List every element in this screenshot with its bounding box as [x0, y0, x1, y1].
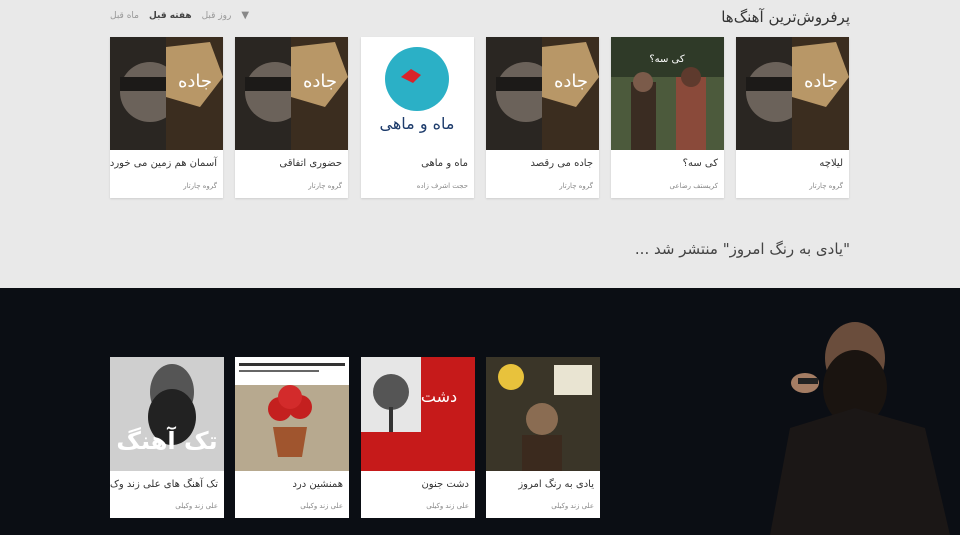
filter-month[interactable]: ماه قبل	[110, 11, 139, 21]
svg-text:جاده: جاده	[303, 71, 337, 92]
album-cover: ماه و ماهی	[361, 37, 474, 150]
song-title[interactable]: همنشین درد	[292, 479, 343, 490]
album-cover: تک آهنگ	[110, 357, 224, 471]
song-card[interactable]: همنشین درد علی زند وکیلی	[235, 357, 349, 518]
song-artist[interactable]: علی زند وکیلی	[551, 502, 594, 510]
bestsellers-list: جاده لیلاچه گروه چارتار کی سه؟ کی سه؟ کر…	[110, 37, 849, 198]
svg-text:دشت: دشت	[421, 387, 457, 406]
song-card[interactable]: کی سه؟ کی سه؟ کریستف رضاعی	[611, 37, 724, 198]
svg-text:ماه و ماهی: ماه و ماهی	[380, 114, 455, 134]
song-artist[interactable]: گروه چارتار	[183, 182, 217, 190]
bestsellers-section: پرفروش‌ترین آهنگ‌ها ماه قبل هفته قبل روز…	[0, 0, 960, 288]
album-cover: دشت	[361, 357, 475, 471]
song-artist[interactable]: علی زند وکیلی	[175, 502, 218, 510]
album-cover: جاده	[235, 37, 348, 150]
svg-text:تک آهنگ: تک آهنگ	[116, 426, 217, 455]
song-card[interactable]: جاده آسمان هم زمین می خورد گروه چارتار	[110, 37, 223, 198]
song-card[interactable]: جاده جاده می رقصد گروه چارتار	[486, 37, 599, 198]
song-title[interactable]: آسمان هم زمین می خورد	[110, 158, 217, 169]
filter-icon: ▼	[241, 10, 250, 21]
song-card[interactable]: یادی به رنگ امروز علی زند وکیلی	[486, 357, 600, 518]
song-title[interactable]: لیلاچه	[819, 158, 843, 169]
song-title[interactable]: کی سه؟	[683, 158, 718, 169]
song-artist[interactable]: حجت اشرف زاده	[417, 182, 468, 190]
song-card[interactable]: جاده حضوری اتفاقی گروه چارتار	[235, 37, 348, 198]
song-title[interactable]: جاده می رقصد	[531, 158, 594, 169]
filter-week[interactable]: هفته قبل	[149, 11, 192, 21]
svg-text:جاده: جاده	[178, 71, 212, 92]
song-card[interactable]: جاده لیلاچه گروه چارتار	[736, 37, 849, 198]
filter-day[interactable]: روز قبل	[202, 11, 232, 21]
song-card[interactable]: دشت دشت جنون علی زند وکیلی	[361, 357, 475, 518]
release-announcement: "یادی به رنگ امروز" منتشر شد ...	[634, 240, 850, 258]
song-card[interactable]: ماه و ماهی ماه و ماهی حجت اشرف زاده	[361, 37, 474, 198]
album-cover	[486, 357, 600, 471]
album-cover: جاده	[486, 37, 599, 150]
song-title[interactable]: حضوری اتفاقی	[279, 158, 342, 169]
section-title: پرفروش‌ترین آهنگ‌ها	[721, 8, 850, 26]
album-cover: کی سه؟	[611, 37, 724, 150]
svg-text:جاده: جاده	[804, 71, 838, 92]
song-artist[interactable]: علی زند وکیلی	[300, 502, 343, 510]
song-artist[interactable]: گروه چارتار	[308, 182, 342, 190]
time-filter: ماه قبل هفته قبل روز قبل ▼	[110, 10, 249, 21]
song-title[interactable]: تک آهنگ های علی زند وک	[110, 479, 218, 490]
svg-text:کی سه؟: کی سه؟	[649, 54, 685, 65]
song-title[interactable]: ماه و ماهی	[421, 158, 468, 169]
album-cover	[235, 357, 349, 471]
song-title[interactable]: یادی به رنگ امروز	[518, 479, 594, 490]
release-section: یادی به رنگ امروز علی زند وکیلی دشت دشت …	[0, 288, 960, 535]
song-artist[interactable]: کریستف رضاعی	[670, 182, 718, 190]
song-title[interactable]: دشت جنون	[421, 479, 469, 490]
song-card[interactable]: تک آهنگ تک آهنگ های علی زند وک علی زند و…	[110, 357, 224, 518]
svg-text:جاده: جاده	[554, 71, 588, 92]
song-artist[interactable]: گروه چارتار	[559, 182, 593, 190]
album-cover: جاده	[736, 37, 849, 150]
song-artist[interactable]: علی زند وکیلی	[426, 502, 469, 510]
artist-photo	[730, 288, 960, 535]
song-artist[interactable]: گروه چارتار	[809, 182, 843, 190]
album-cover: جاده	[110, 37, 223, 150]
